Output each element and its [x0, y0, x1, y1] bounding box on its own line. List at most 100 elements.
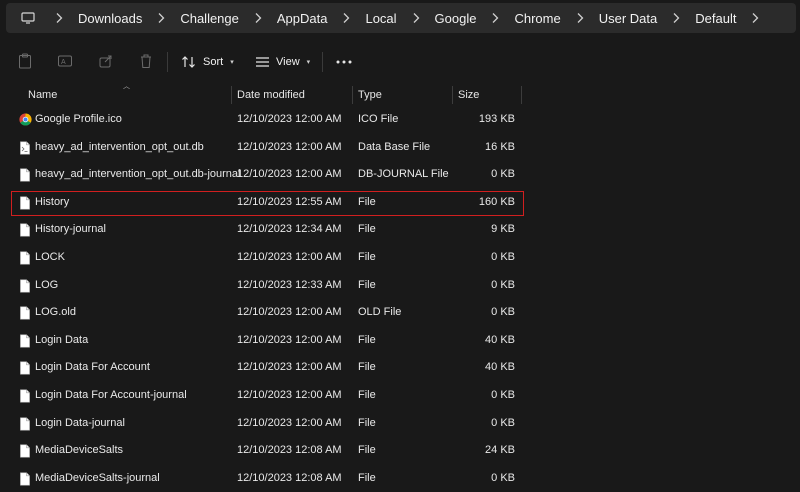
column-divider[interactable]: [452, 86, 453, 104]
file-size: 0 KB: [491, 250, 515, 263]
file-date-modified: 12/10/2023 12:33 AM: [237, 278, 342, 291]
file-type: File: [358, 471, 376, 484]
file-icon: [19, 306, 32, 320]
more-options-button[interactable]: [336, 52, 352, 72]
file-list: Google Profile.ico 12/10/2023 12:00 AM ICO…: [0, 106, 800, 492]
chevron-right-icon[interactable]: [749, 12, 761, 24]
paste-icon[interactable]: [17, 53, 33, 69]
breadcrumb-item[interactable]: Google: [435, 11, 477, 26]
share-icon[interactable]: [98, 53, 114, 69]
file-row[interactable]: Login Data For Account 12/10/2023 12:00 A…: [0, 354, 800, 382]
chevron-right-icon[interactable]: [252, 12, 264, 24]
file-name: Login Data For Account-journal: [35, 388, 187, 401]
breadcrumb-item[interactable]: Local: [365, 11, 396, 26]
file-icon: [19, 279, 32, 293]
chevron-right-icon[interactable]: [155, 12, 167, 24]
chevron-down-icon: ▾: [306, 59, 311, 66]
file-size: 40 KB: [485, 361, 515, 374]
file-icon: [19, 417, 32, 431]
column-divider[interactable]: [352, 86, 353, 104]
column-header-size[interactable]: Size: [458, 84, 479, 106]
view-button[interactable]: View ▾: [255, 52, 310, 72]
delete-icon[interactable]: [138, 53, 154, 69]
breadcrumb-item[interactable]: User Data: [599, 11, 658, 26]
column-divider[interactable]: [231, 86, 232, 104]
file-name: LOG: [35, 278, 59, 291]
sort-ascending-icon: ︿: [123, 83, 130, 90]
file-name: MediaDeviceSalts-journal: [35, 471, 160, 484]
file-row[interactable]: MediaDeviceSalts 12/10/2023 12:08 AM File 2…: [0, 437, 800, 465]
chevron-right-icon[interactable]: [53, 12, 65, 24]
file-date-modified: 12/10/2023 12:00 AM: [237, 388, 342, 401]
file-row[interactable]: LOCK 12/10/2023 12:00 AM File 0 KB: [0, 244, 800, 272]
file-row[interactable]: Google Profile.ico 12/10/2023 12:00 AM ICO…: [0, 106, 800, 134]
file-date-modified: 12/10/2023 12:00 AM: [237, 168, 342, 181]
file-size: 0 KB: [491, 278, 515, 291]
file-icon: [19, 444, 32, 458]
file-row[interactable]: History 12/10/2023 12:55 AM File 160 KB: [0, 189, 800, 217]
file-name: History: [35, 195, 70, 208]
file-name: LOG.old: [35, 306, 76, 319]
column-divider[interactable]: [521, 86, 522, 104]
file-row[interactable]: heavy_ad_intervention_opt_out.db-journal…: [0, 161, 800, 189]
file-date-modified: 12/10/2023 12:00 AM: [237, 416, 342, 429]
breadcrumb-item[interactable]: Default: [695, 11, 736, 26]
breadcrumb-item[interactable]: Downloads: [78, 11, 142, 26]
file-date-modified: 12/10/2023 12:00 AM: [237, 113, 342, 125]
file-size: 0 KB: [491, 416, 515, 429]
sort-label: Sort: [203, 56, 224, 68]
file-row[interactable]: LOG.old 12/10/2023 12:00 AM OLD File 0 KB: [0, 299, 800, 327]
file-row[interactable]: History-journal 12/10/2023 12:34 AM File 9 …: [0, 216, 800, 244]
chevron-right-icon[interactable]: [340, 12, 352, 24]
file-name: heavy_ad_intervention_opt_out.db-journal: [35, 168, 241, 181]
breadcrumb-item[interactable]: AppData: [277, 11, 328, 26]
file-date-modified: 12/10/2023 12:08 AM: [237, 444, 342, 457]
file-row[interactable]: Login Data For Account-journal 12/10/2023…: [0, 382, 800, 410]
file-row[interactable]: Login Data 12/10/2023 12:00 AM File 40 KB: [0, 327, 800, 355]
column-header-date[interactable]: Date modified: [237, 84, 305, 106]
column-header-row: ︿ Name Date modified Type Size: [0, 83, 800, 106]
column-header-name[interactable]: Name: [28, 84, 57, 106]
file-icon: [19, 223, 32, 237]
file-type: Data Base File: [358, 140, 431, 153]
breadcrumb-item[interactable]: Challenge: [180, 11, 239, 26]
file-name: Login Data For Account: [35, 361, 150, 374]
file-name: Google Profile.ico: [35, 113, 122, 125]
file-type: File: [358, 278, 376, 291]
chrome-icon: [19, 113, 32, 127]
file-row[interactable]: heavy_ad_intervention_opt_out.db 12/10/20…: [0, 134, 800, 162]
rename-icon[interactable]: A: [57, 53, 73, 69]
file-row[interactable]: Login Data-journal 12/10/2023 12:00 AM Fil…: [0, 410, 800, 438]
file-date-modified: 12/10/2023 12:00 AM: [237, 333, 342, 346]
column-header-type[interactable]: Type: [358, 84, 382, 106]
file-size: 40 KB: [485, 333, 515, 346]
file-size: 9 KB: [491, 223, 515, 236]
file-date-modified: 12/10/2023 12:55 AM: [237, 195, 342, 208]
file-row[interactable]: MediaDeviceSalts-journal 12/10/2023 12:08…: [0, 465, 800, 492]
chevron-right-icon[interactable]: [670, 12, 682, 24]
file-name: Login Data: [35, 333, 89, 346]
breadcrumb-item[interactable]: Chrome: [514, 11, 560, 26]
address-bar[interactable]: Downloads Challenge AppData Local Google Chro…: [6, 3, 796, 33]
file-size: 193 KB: [478, 113, 515, 125]
computer-icon[interactable]: [21, 12, 35, 24]
file-type: OLD File: [358, 306, 402, 319]
file-date-modified: 12/10/2023 12:00 AM: [237, 140, 342, 153]
file-type: File: [358, 223, 376, 236]
file-type: File: [358, 361, 376, 374]
svg-text:A: A: [61, 59, 66, 66]
file-name: heavy_ad_intervention_opt_out.db: [35, 140, 204, 153]
sort-button[interactable]: Sort ▾: [181, 52, 234, 72]
file-size: 0 KB: [491, 471, 515, 484]
database-file-icon: [19, 141, 32, 155]
breadcrumb: Downloads Challenge AppData Local Google Chro…: [53, 11, 774, 26]
file-type: File: [358, 195, 376, 208]
chevron-right-icon[interactable]: [574, 12, 586, 24]
file-type: File: [358, 333, 376, 346]
file-row[interactable]: LOG 12/10/2023 12:33 AM File 0 KB: [0, 272, 800, 300]
file-name: History-journal: [35, 223, 106, 236]
chevron-right-icon[interactable]: [410, 12, 422, 24]
file-size: 16 KB: [485, 140, 515, 153]
chevron-right-icon[interactable]: [489, 12, 501, 24]
file-size: 0 KB: [491, 168, 515, 181]
